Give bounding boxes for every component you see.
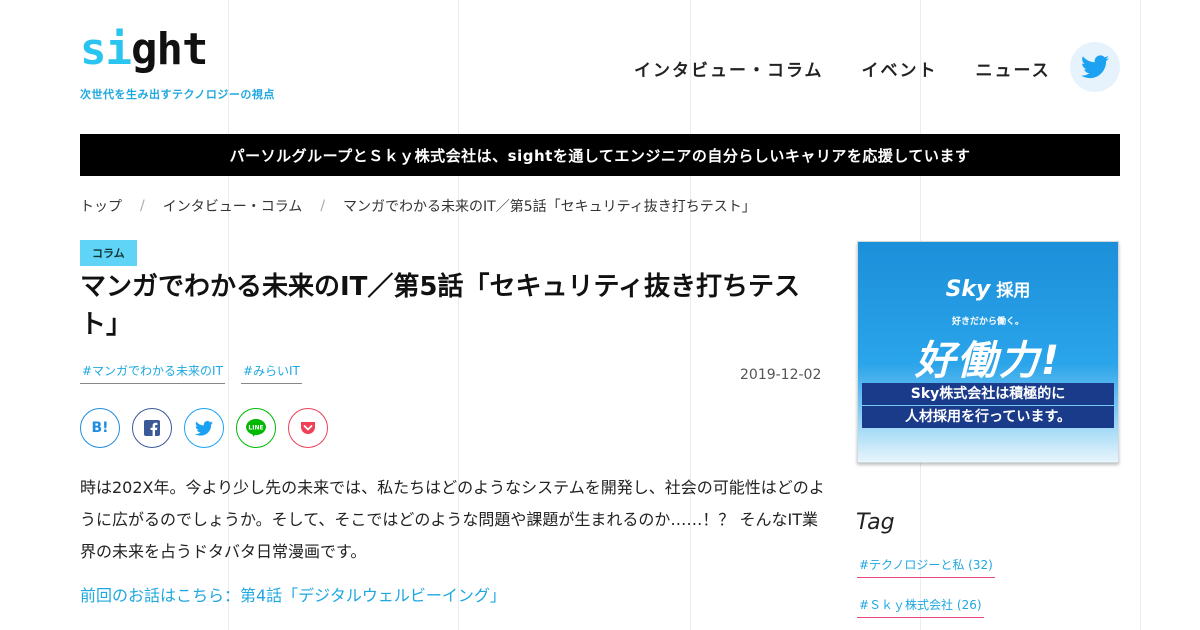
ad-headline: 好働力! [914, 338, 1062, 384]
article-date: 2019-12-02 [740, 367, 822, 383]
ad-brand-name: Sky [945, 277, 991, 302]
article-tag[interactable]: #みらいIT [240, 362, 302, 384]
breadcrumb: トップ / インタビュー・コラム / マンガでわかる未来のIT／第5話「セキュリ… [80, 196, 756, 216]
sky-recruit-ad[interactable]: Sky 採用 好きだから働く。 好働力! Sky株式会社は積極的に 人材採用を行っ… [857, 241, 1119, 463]
twitter-share-button[interactable] [184, 408, 224, 448]
previous-episode-link[interactable]: 前回のお話はこちら：第4話「デジタルウェルビーイング」 [80, 582, 506, 606]
line-icon: LINE [246, 419, 266, 437]
ad-brand-suffix: 採用 [996, 281, 1031, 301]
sidebar-tag-item[interactable]: #Ｓｋｙ株式会社 (26) [857, 596, 984, 618]
breadcrumb-separator: / [320, 198, 326, 214]
facebook-share-button[interactable] [132, 408, 172, 448]
sidebar-tag-count: (26) [956, 598, 982, 612]
twitter-button[interactable] [1070, 42, 1120, 92]
nav-interview-column[interactable]: インタビュー・コラム [634, 56, 824, 81]
site-logo[interactable]: sight [80, 28, 208, 72]
article-title: マンガでわかる未来のIT／第5話「セキュリティ抜き打ちテスト」 [80, 272, 800, 340]
pocket-icon [301, 422, 315, 434]
logo-text-b: ght [130, 24, 208, 75]
breadcrumb-interview-column[interactable]: インタビュー・コラム [163, 196, 303, 216]
nav-event[interactable]: イベント [862, 56, 938, 81]
nav-news[interactable]: ニュース [976, 56, 1051, 81]
article-tag[interactable]: #マンガでわかる未来のIT [80, 362, 225, 384]
twitter-icon [195, 420, 213, 436]
facebook-icon [144, 420, 160, 436]
ad-brand: Sky 採用 [858, 276, 1118, 302]
sidebar-tag-label: #テクノロジーと私 [859, 558, 965, 572]
sidebar-tag-item[interactable]: #テクノロジーと私 (32) [857, 556, 995, 578]
main-nav: インタビュー・コラム イベント ニュース [634, 56, 1051, 81]
ad-line-1: Sky株式会社は積極的に [862, 383, 1114, 405]
category-badge[interactable]: コラム [80, 240, 137, 266]
line-share-button[interactable]: LINE [236, 408, 276, 448]
share-buttons: B! LINE [80, 408, 328, 448]
sidebar-tag-heading: Tag [856, 510, 895, 535]
pocket-share-button[interactable] [288, 408, 328, 448]
site-tagline: 次世代を生み出すテクノロジーの視点 [80, 88, 275, 101]
sponsor-banner[interactable]: パーソルグループとＳｋｙ株式会社は、sightを通してエンジニアの自分らしいキャ… [80, 134, 1120, 176]
breadcrumb-top[interactable]: トップ [80, 196, 122, 216]
twitter-icon [1081, 55, 1109, 79]
ad-subheadline: 好きだから働く。 [951, 317, 1024, 327]
logo-text-a: si [80, 24, 132, 75]
breadcrumb-separator: / [140, 198, 145, 214]
ad-line-2: 人材採用を行っています。 [862, 406, 1114, 428]
hatena-share-button[interactable]: B! [80, 408, 120, 448]
sidebar-tag-count: (32) [968, 558, 993, 572]
sidebar-tag-label: #Ｓｋｙ株式会社 [859, 598, 954, 612]
breadcrumb-current: マンガでわかる未来のIT／第5話「セキュリティ抜き打ちテスト」 [343, 199, 756, 215]
svg-text:LINE: LINE [248, 425, 263, 432]
article-tags: #マンガでわかる未来のIT #みらいIT [80, 362, 302, 384]
article-intro: 時は202X年。今より少し先の未来では、私たちはどのようなシステムを開発し、社会… [80, 478, 825, 561]
